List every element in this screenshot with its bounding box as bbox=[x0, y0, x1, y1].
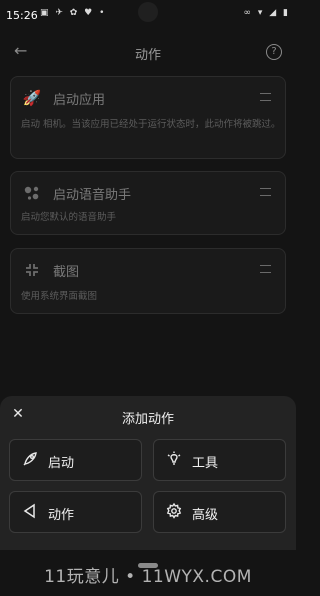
page-title: 动作 bbox=[134, 48, 161, 63]
triangle-left-icon bbox=[20, 502, 40, 522]
option-label: 启动 bbox=[48, 456, 75, 471]
assistant-icon bbox=[21, 182, 43, 204]
system-status-icons: ∞ ▾ ◢ ▮ bbox=[243, 8, 290, 18]
screenshot-icon bbox=[21, 259, 43, 281]
option-label: 动作 bbox=[48, 508, 75, 523]
notification-icons: ▣ ✈ ✿ ♥ • bbox=[40, 8, 107, 18]
action-title: 启动应用 bbox=[53, 93, 106, 108]
option-launch-button[interactable]: 启动 bbox=[9, 439, 142, 481]
drag-handle-icon[interactable] bbox=[260, 93, 271, 101]
drag-handle-icon[interactable] bbox=[260, 265, 271, 273]
add-action-sheet: ✕ 添加动作 启动 工具 动作 高级 bbox=[0, 396, 296, 550]
action-description: 使用系统界面截图 bbox=[21, 291, 98, 302]
action-card-screenshot[interactable]: 截图 使用系统界面截图 bbox=[10, 248, 286, 314]
navigation-handle[interactable] bbox=[138, 563, 158, 568]
action-title: 启动语音助手 bbox=[53, 188, 132, 203]
status-time: 15:26 bbox=[6, 9, 38, 22]
option-tools-button[interactable]: 工具 bbox=[153, 439, 286, 481]
lightbulb-icon bbox=[164, 450, 184, 470]
drag-handle-icon[interactable] bbox=[260, 188, 271, 196]
option-label: 高级 bbox=[192, 508, 219, 523]
action-description: 启动 相机。当该应用已经处于运行状态时，此动作将被跳过。 bbox=[21, 119, 281, 130]
rocket-icon bbox=[20, 450, 40, 470]
rocket-icon: 🚀 bbox=[22, 89, 42, 107]
option-action-button[interactable]: 动作 bbox=[9, 491, 142, 533]
option-label: 工具 bbox=[192, 456, 219, 471]
option-advanced-button[interactable]: 高级 bbox=[153, 491, 286, 533]
status-bar: 15:26 ▣ ✈ ✿ ♥ • ∞ ▾ ◢ ▮ bbox=[0, 0, 296, 32]
gear-icon bbox=[164, 502, 184, 522]
sheet-title: 添加动作 bbox=[121, 412, 174, 427]
action-card-launch-app[interactable]: 🚀 启动应用 启动 相机。当该应用已经处于运行状态时，此动作将被跳过。 bbox=[10, 76, 286, 159]
action-description: 启动您默认的语音助手 bbox=[21, 212, 117, 223]
action-card-voice-assistant[interactable]: 启动语音助手 启动您默认的语音助手 bbox=[10, 171, 286, 235]
camera-cutout bbox=[138, 2, 158, 22]
action-title: 截图 bbox=[53, 265, 80, 280]
help-icon[interactable]: ? bbox=[266, 44, 282, 60]
